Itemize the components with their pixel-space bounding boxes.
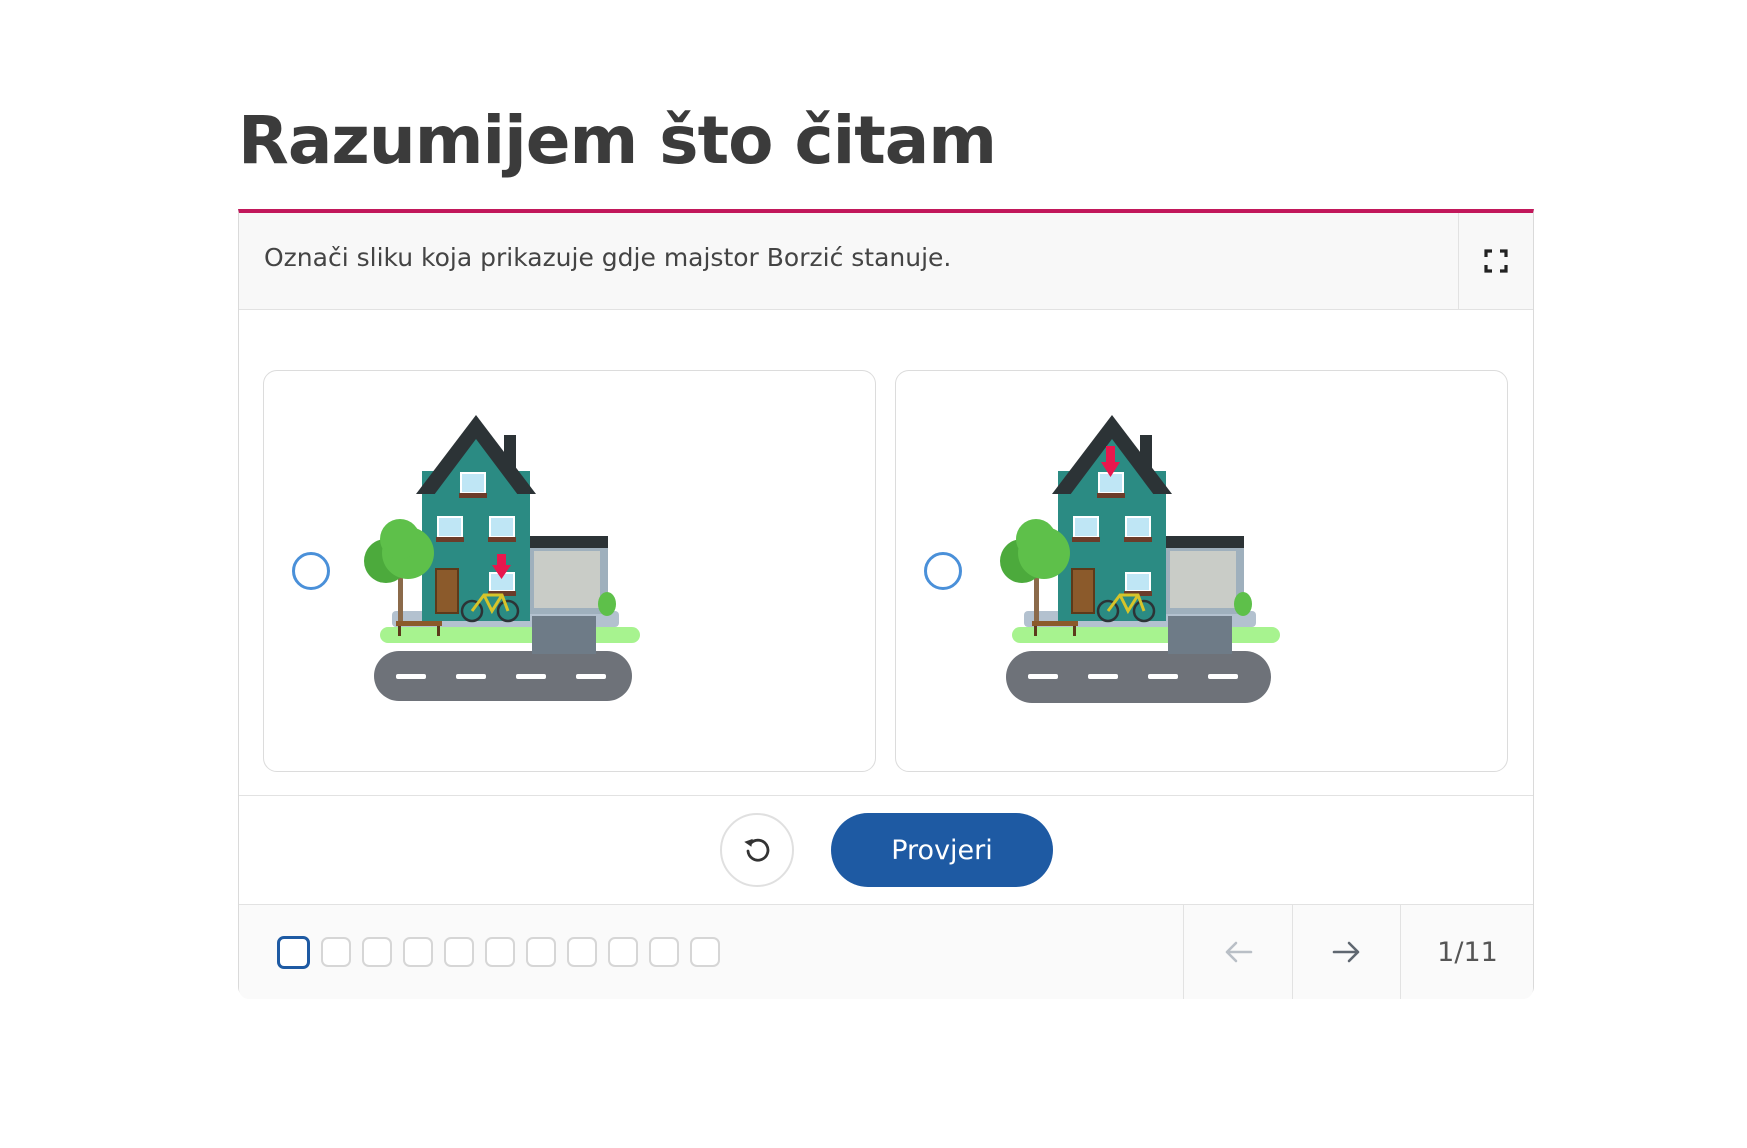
- progress-step-1[interactable]: [277, 936, 310, 969]
- reset-button[interactable]: [720, 813, 794, 887]
- option-1-radio[interactable]: [292, 552, 330, 590]
- arrow-right-icon: [1332, 941, 1360, 963]
- progress-step-3[interactable]: [362, 937, 392, 967]
- progress-step-10[interactable]: [649, 937, 679, 967]
- instruction-bar: Označi sliku koja prikazuje gdje majstor…: [239, 213, 1533, 310]
- divider: [239, 795, 1533, 796]
- progress-step-9[interactable]: [608, 937, 638, 967]
- fullscreen-icon: [1484, 249, 1508, 273]
- progress-step-11[interactable]: [690, 937, 720, 967]
- house-image-top-floor: [1000, 415, 1280, 703]
- check-button[interactable]: Provjeri: [831, 813, 1053, 887]
- arrow-left-icon: [1225, 941, 1253, 963]
- progress-indicator: [277, 936, 720, 969]
- reset-icon: [744, 838, 770, 862]
- progress-step-7[interactable]: [526, 937, 556, 967]
- page-counter: 1/11: [1400, 905, 1534, 999]
- exercise-panel: Označi sliku koja prikazuje gdje majstor…: [238, 209, 1534, 999]
- fullscreen-button[interactable]: [1458, 213, 1533, 309]
- option-card-1[interactable]: [263, 370, 876, 772]
- next-button[interactable]: [1292, 905, 1401, 999]
- previous-button[interactable]: [1183, 905, 1292, 999]
- option-2-radio[interactable]: [924, 552, 962, 590]
- progress-step-8[interactable]: [567, 937, 597, 967]
- option-card-2[interactable]: [895, 370, 1508, 772]
- page-title: Razumijem što čitam: [238, 102, 997, 179]
- progress-step-4[interactable]: [403, 937, 433, 967]
- progress-step-2[interactable]: [321, 937, 351, 967]
- footer-navigation: 1/11: [239, 904, 1533, 999]
- house-image-ground-floor: [364, 415, 640, 701]
- progress-step-6[interactable]: [485, 937, 515, 967]
- progress-step-5[interactable]: [444, 937, 474, 967]
- answer-options: [263, 370, 1509, 774]
- instruction-text: Označi sliku koja prikazuje gdje majstor…: [264, 243, 952, 272]
